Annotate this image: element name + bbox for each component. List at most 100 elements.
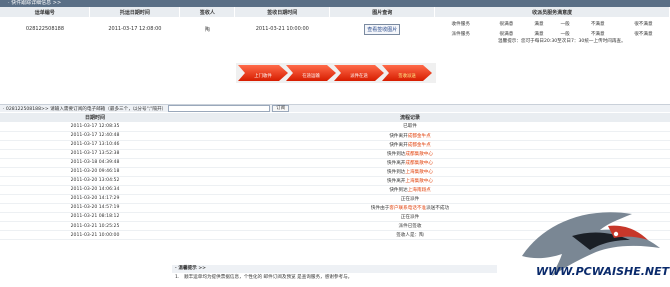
subscribe-label: · 028122508188>> 请输入需要订阅的电子邮箱（最多三个，以分号";… (3, 106, 167, 112)
tracking-text: 正在派件 (400, 214, 420, 220)
progress-step-pickup: 上门收件 (238, 65, 288, 81)
tracking-spacer (630, 122, 670, 132)
sign-time: 2011-03-21 10:00:00 (255, 26, 309, 32)
tracking-record: 快件离开上海集散中心 (190, 176, 630, 186)
waybill-number: 028122508188 (25, 26, 65, 32)
tips-title: · 温馨提示 >> (172, 265, 497, 273)
tracking-spacer (630, 140, 670, 150)
ship-time: 2011-03-17 12:08:00 (108, 26, 162, 32)
order-summary-header: 运单编号 托运日期时间 签收人 签收日期时间 图片查询 收派员服务满意度 (0, 7, 670, 17)
tracking-text: 派件已签收 (398, 224, 422, 230)
subscribe-button[interactable]: 订阅 (272, 105, 289, 112)
tracking-row: 2011-03-20 14:06:34 快件到达上海南翔点 (0, 185, 670, 195)
tracking-time: 2011-03-20 14:17:29 (0, 194, 190, 204)
col-ship-time: 托运日期时间 (89, 7, 181, 17)
progress-step-delivering: 派件在途 (334, 65, 384, 81)
tracking-spacer (630, 176, 670, 186)
tracking-text: 快件离开 (387, 178, 406, 184)
tracking-text: 快件由于 (370, 205, 390, 211)
photo-cell: 查看签收图片 (330, 17, 435, 41)
progress-step-transit: 在途运输 (286, 65, 336, 81)
tracking-location: 成都集散中心 (405, 160, 433, 166)
page-section-title: · 快件跟踪详细信息 >> (0, 0, 670, 7)
tracking-text: 派送不成功 (426, 205, 450, 211)
tracking-record: 快件离开成都集散中心 (190, 158, 630, 168)
order-summary-table: 运单编号 托运日期时间 签收人 签收日期时间 图片查询 收派员服务满意度 028… (0, 7, 670, 41)
rating-option[interactable]: 一般 (552, 19, 578, 29)
tracking-time: 2011-03-20 14:57:19 (0, 203, 190, 213)
progress-step-label: 在途运输 (302, 74, 320, 79)
shipment-progress: 上门收件 在途运输 派件在途 签收派送 (236, 63, 436, 83)
rating-row-pickup: 收件服务 很满意 满意 一般 不满意 很不满意 (435, 19, 670, 29)
tracking-time: 2011-03-17 12:08:35 (0, 122, 190, 132)
rating-option[interactable]: 不满意 (578, 19, 617, 29)
tracking-record: 快件离开成都金牛点 (190, 131, 630, 141)
upload-notice: 温馨提示：您可于每日20:30至次日7：30统一上传时间再查。 (498, 39, 626, 44)
tracking-record: 快件到达成都集散中心 (190, 149, 630, 159)
satisfaction-rating: 收件服务 很满意 满意 一般 不满意 很不满意 派件服务 很满意 满意 一般 不… (435, 19, 670, 39)
tracking-location: 成都集散中心 (405, 151, 433, 157)
col-signer: 签收人 (179, 7, 236, 17)
tracking-time: 2011-03-20 14:06:34 (0, 185, 190, 195)
progress-step-label: 上门收件 (254, 74, 272, 79)
tracking-row: 2011-03-17 13:52:38 快件到达成都集散中心 (0, 149, 670, 159)
tips-line: 1. 顺丰运单均为提供票据信息，个性化的 邮件订阅及预览 是查询服务，感谢参考与… (175, 275, 353, 280)
col-photo: 图片查询 (329, 7, 436, 17)
progress-step-label: 签收派送 (398, 74, 416, 79)
tracking-time: 2011-03-21 10:00:00 (0, 230, 190, 241)
tracking-text: 正在派件 (400, 196, 420, 202)
tracking-time: 2011-03-17 12:40:48 (0, 131, 190, 141)
col-datetime: 日期时间 (0, 113, 190, 122)
tracking-location: 上海南翔点 (407, 187, 431, 193)
tracking-spacer (630, 158, 670, 168)
tracking-row: 2011-03-17 12:08:35 已取件 (0, 122, 670, 132)
col-waybill: 运单编号 (0, 7, 91, 17)
signer-name: 陶 (204, 26, 210, 33)
tracking-location: 客户联系电话不准 (389, 205, 427, 211)
rating-option[interactable]: 很不满意 (617, 19, 669, 29)
tracking-record: 快件到达上海南翔点 (190, 185, 630, 195)
tracking-text: 快件到达 (387, 151, 406, 157)
tracking-row: 2011-03-18 04:39:48 快件离开成都集散中心 (0, 158, 670, 168)
tracking-record: 快件到达上海集散中心 (190, 167, 630, 177)
tracking-text: 签收人是：陶 (396, 233, 424, 239)
tracking-text: 快件到达 (387, 169, 406, 175)
tracking-time: 2011-03-21 10:25:25 (0, 221, 190, 232)
col-satisfaction: 收派员服务满意度 (434, 7, 670, 17)
col-record: 流程记录 (190, 113, 630, 122)
tracking-time: 2011-03-20 13:04:52 (0, 176, 190, 186)
tracking-row: 2011-03-17 13:10:46 快件离开成都金牛点 (0, 140, 670, 150)
tracking-spacer (630, 185, 670, 195)
tracking-spacer (630, 131, 670, 141)
email-subscribe-bar: · 028122508188>> 请输入需要订阅的电子邮箱（最多三个，以分号";… (0, 104, 670, 112)
email-input[interactable] (168, 105, 271, 112)
view-signature-photo-button[interactable]: 查看签收图片 (364, 23, 401, 35)
tracking-location: 成都金牛点 (407, 142, 431, 148)
tracking-text: 快件离开 (389, 133, 408, 139)
rating-option[interactable]: 满意 (526, 19, 552, 29)
tracking-time: 2011-03-17 13:52:38 (0, 149, 190, 159)
col-sign-time: 签收日期时间 (234, 7, 331, 17)
site-watermark: WWW.PCWAISHE.NET (536, 265, 670, 278)
rating-option[interactable]: 很满意 (487, 19, 526, 29)
progress-step-label: 派件在途 (350, 74, 368, 79)
tracking-row: 2011-03-17 12:40:48 快件离开成都金牛点 (0, 131, 670, 141)
tips-box: · 温馨提示 >> 1. 顺丰运单均为提供票据信息，个性化的 邮件订阅及预览 是… (172, 265, 497, 282)
tracking-time: 2011-03-21 08:18:12 (0, 212, 190, 223)
tracking-location: 上海集散中心 (405, 169, 433, 175)
tracking-text: 已取件 (403, 124, 417, 130)
tracking-row: 2011-03-20 09:46:18 快件到达上海集散中心 (0, 167, 670, 177)
tracking-spacer (630, 167, 670, 177)
rating-label: 收件服务 (451, 22, 470, 27)
tracking-location: 成都金牛点 (407, 133, 431, 139)
tracking-text: 快件离开 (387, 160, 406, 166)
tracking-time: 2011-03-18 04:39:48 (0, 158, 190, 168)
tracking-record: 快件离开成都金牛点 (190, 140, 630, 150)
tracking-text: 快件离开 (389, 142, 408, 148)
tracking-location: 上海集散中心 (405, 178, 433, 184)
col-spacer (630, 113, 670, 122)
tracking-spacer (630, 149, 670, 159)
tracking-record: 已取件 (190, 122, 630, 132)
progress-step-signed: 签收派送 (382, 65, 432, 81)
tracking-text: 快件到达 (389, 187, 408, 193)
